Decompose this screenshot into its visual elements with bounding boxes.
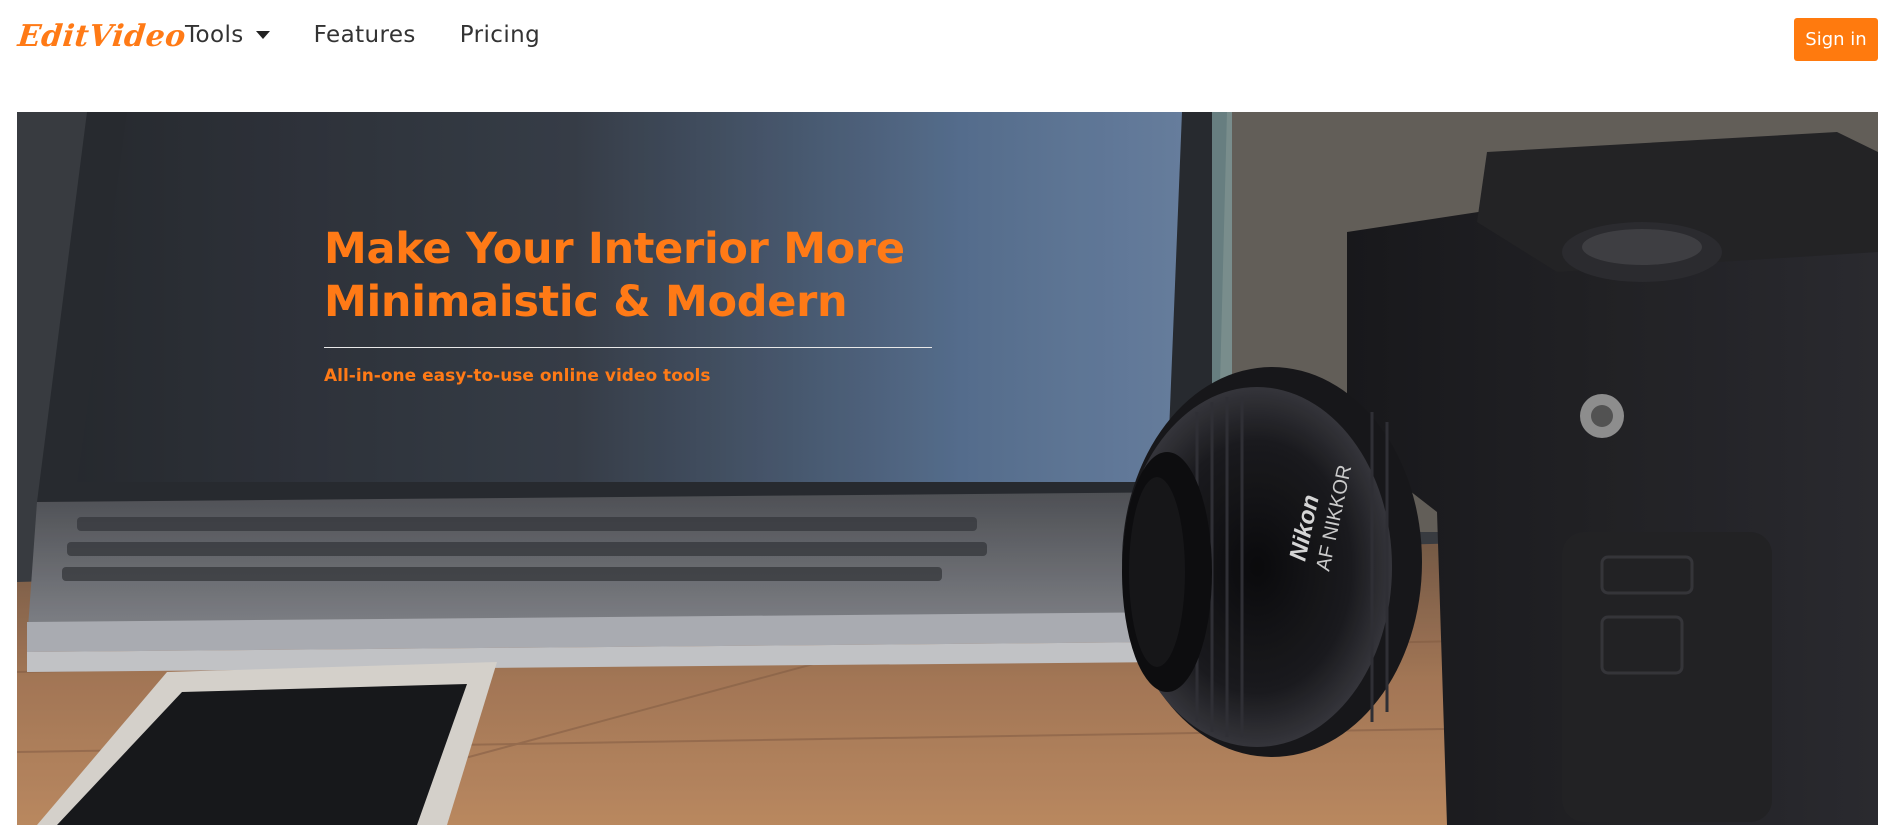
hero-title-line1: Make Your Interior More [324,224,905,274]
nav-tools-label: Tools [185,22,244,48]
sign-in-button[interactable]: Sign in [1794,18,1878,61]
nav-features[interactable]: Features [314,22,416,48]
hero-banner: Nikon AF NIKKOR Make Your Interior More … [17,112,1878,825]
hero-subtitle: All-in-one easy-to-use online video tool… [324,366,711,386]
nav-tools-dropdown[interactable]: Tools [185,22,270,48]
hero-title: Make Your Interior More Minimaistic & Mo… [324,223,932,329]
nav-pricing[interactable]: Pricing [460,22,540,48]
main-nav: Tools Features Pricing [185,22,584,48]
top-navbar: EditVideo Tools Features Pricing Sign in [0,0,1881,80]
caret-down-icon [255,31,270,39]
hero-text-block: Make Your Interior More Minimaistic & Mo… [324,223,932,386]
hero-divider [324,347,932,348]
logo[interactable]: EditVideo [16,19,188,54]
hero-title-line2: Minimaistic & Modern [324,277,848,327]
hero-background-image: Nikon AF NIKKOR [17,112,1878,825]
